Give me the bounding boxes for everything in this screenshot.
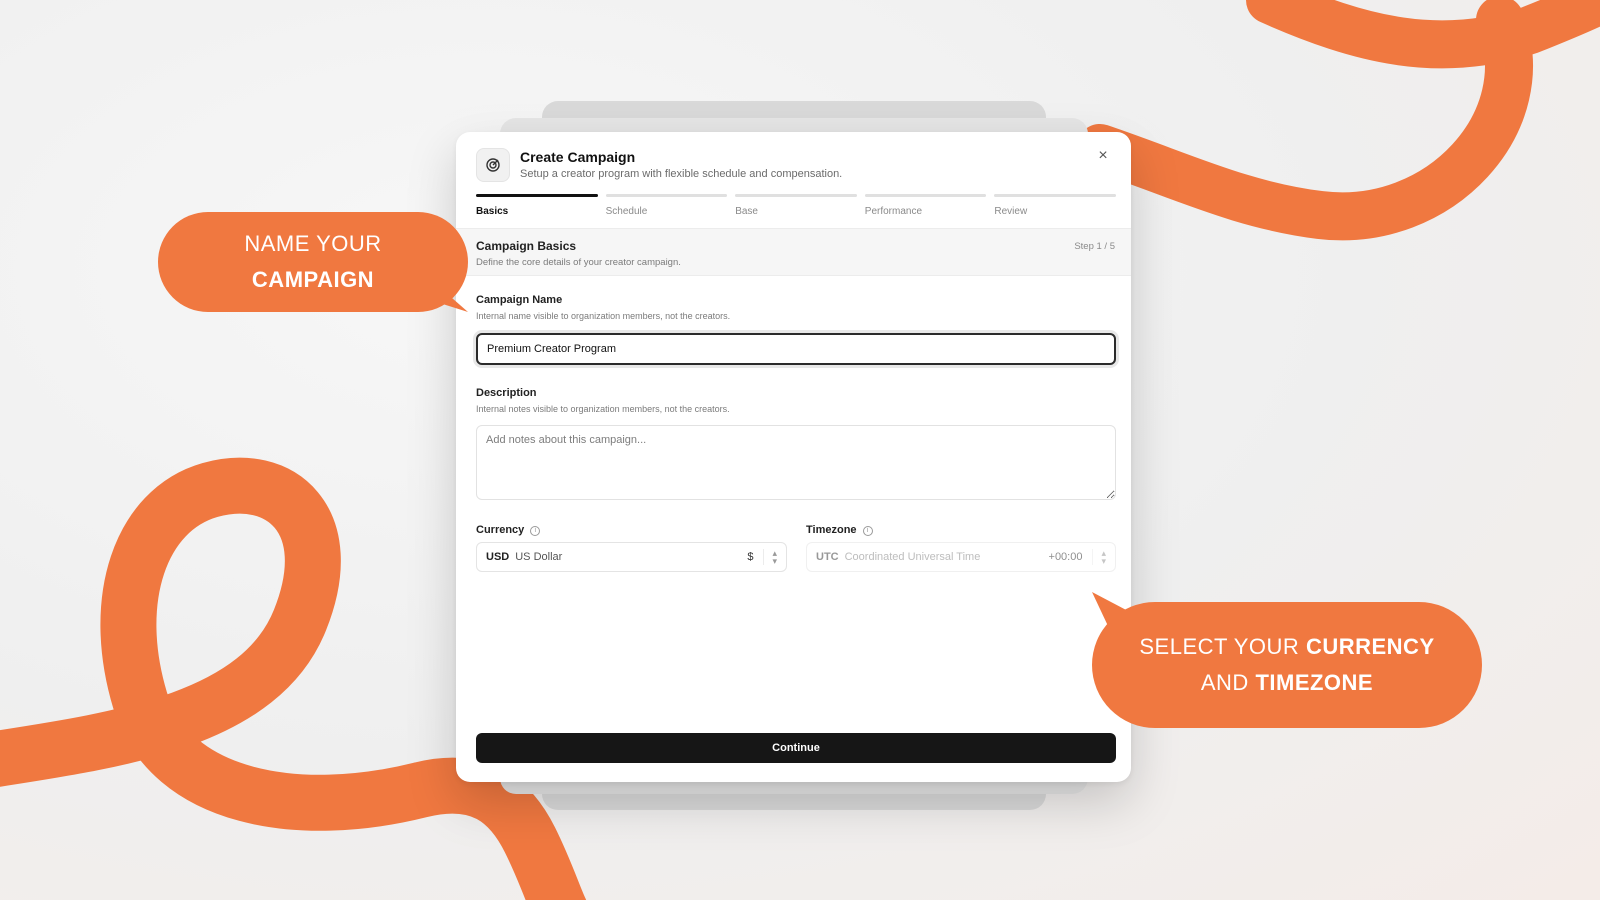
campaign-name-help: Internal name visible to organization me… xyxy=(476,311,731,321)
timezone-label: Timezone i xyxy=(806,524,873,536)
modal-title: Create Campaign xyxy=(520,149,636,165)
currency-label-text: Currency xyxy=(476,524,525,536)
callout-currency-timezone: SELECT YOUR CURRENCY AND TIMEZONE xyxy=(1092,602,1482,728)
chevron-up-down-icon: ▴ ▾ xyxy=(763,549,777,566)
timezone-select[interactable]: UTC Coordinated Universal Time +00:00 ▴ ▾ xyxy=(806,542,1116,572)
callout-bold: CURRENCY xyxy=(1305,634,1435,659)
timezone-code: UTC xyxy=(816,551,839,563)
currency-label: Currency i xyxy=(476,524,541,536)
step-label: Performance xyxy=(864,206,923,217)
callout-line: NAME YOUR xyxy=(244,231,382,256)
section-subtitle: Define the core details of your creator … xyxy=(476,257,681,268)
close-icon[interactable]: × xyxy=(1093,146,1113,166)
step-progress-bar xyxy=(735,194,857,197)
currency-select[interactable]: USD US Dollar $ ▴ ▾ xyxy=(476,542,787,572)
callout-plain: AND xyxy=(1200,670,1256,695)
chevron-up-down-icon: ▴ ▾ xyxy=(1092,549,1106,566)
campaign-name-label: Campaign Name xyxy=(476,294,563,306)
modal-header: Create Campaign Setup a creator program … xyxy=(456,132,1131,194)
timezone-label-text: Timezone xyxy=(806,524,857,536)
info-icon[interactable]: i xyxy=(862,526,873,536)
step-label: Basics xyxy=(476,206,509,217)
target-icon xyxy=(476,148,510,182)
step-performance[interactable]: Performance xyxy=(864,194,987,224)
modal-subtitle: Setup a creator program with flexible sc… xyxy=(520,168,843,180)
callout-tail xyxy=(420,270,468,312)
step-schedule[interactable]: Schedule xyxy=(605,194,728,224)
step-label: Review xyxy=(994,206,1028,217)
callout-bold: TIMEZONE xyxy=(1255,670,1374,695)
step-label: Schedule xyxy=(605,206,648,217)
callout-bold: CAMPAIGN xyxy=(251,267,375,292)
callout-tail xyxy=(1092,592,1130,626)
currency-symbol: $ xyxy=(747,551,754,563)
currency-name: US Dollar xyxy=(515,551,563,563)
step-indicator: Step 1 / 5 xyxy=(1074,241,1115,252)
step-basics[interactable]: Basics xyxy=(476,194,598,224)
timezone-name: Coordinated Universal Time xyxy=(844,551,981,563)
campaign-name-input[interactable] xyxy=(476,333,1116,365)
info-icon[interactable]: i xyxy=(530,526,541,536)
step-review[interactable]: Review xyxy=(994,194,1116,224)
step-progress-bar xyxy=(864,194,987,197)
continue-button[interactable]: Continue xyxy=(476,733,1116,763)
step-progress-bar xyxy=(994,194,1116,197)
step-label: Base xyxy=(735,206,758,217)
description-textarea[interactable] xyxy=(476,425,1116,500)
stepper: Basics Schedule Base Performance Review xyxy=(476,194,1116,224)
step-progress-bar xyxy=(476,194,598,197)
section-header: Campaign Basics Define the core details … xyxy=(456,228,1131,276)
currency-code: USD xyxy=(486,551,510,563)
create-campaign-modal: Create Campaign Setup a creator program … xyxy=(456,132,1131,782)
step-base[interactable]: Base xyxy=(735,194,857,224)
timezone-offset: +00:00 xyxy=(1048,551,1083,563)
section-title: Campaign Basics xyxy=(476,239,577,253)
description-help: Internal notes visible to organization m… xyxy=(476,404,730,414)
callout-plain: SELECT YOUR xyxy=(1139,634,1306,659)
step-progress-bar xyxy=(605,194,728,197)
description-label: Description xyxy=(476,387,537,399)
